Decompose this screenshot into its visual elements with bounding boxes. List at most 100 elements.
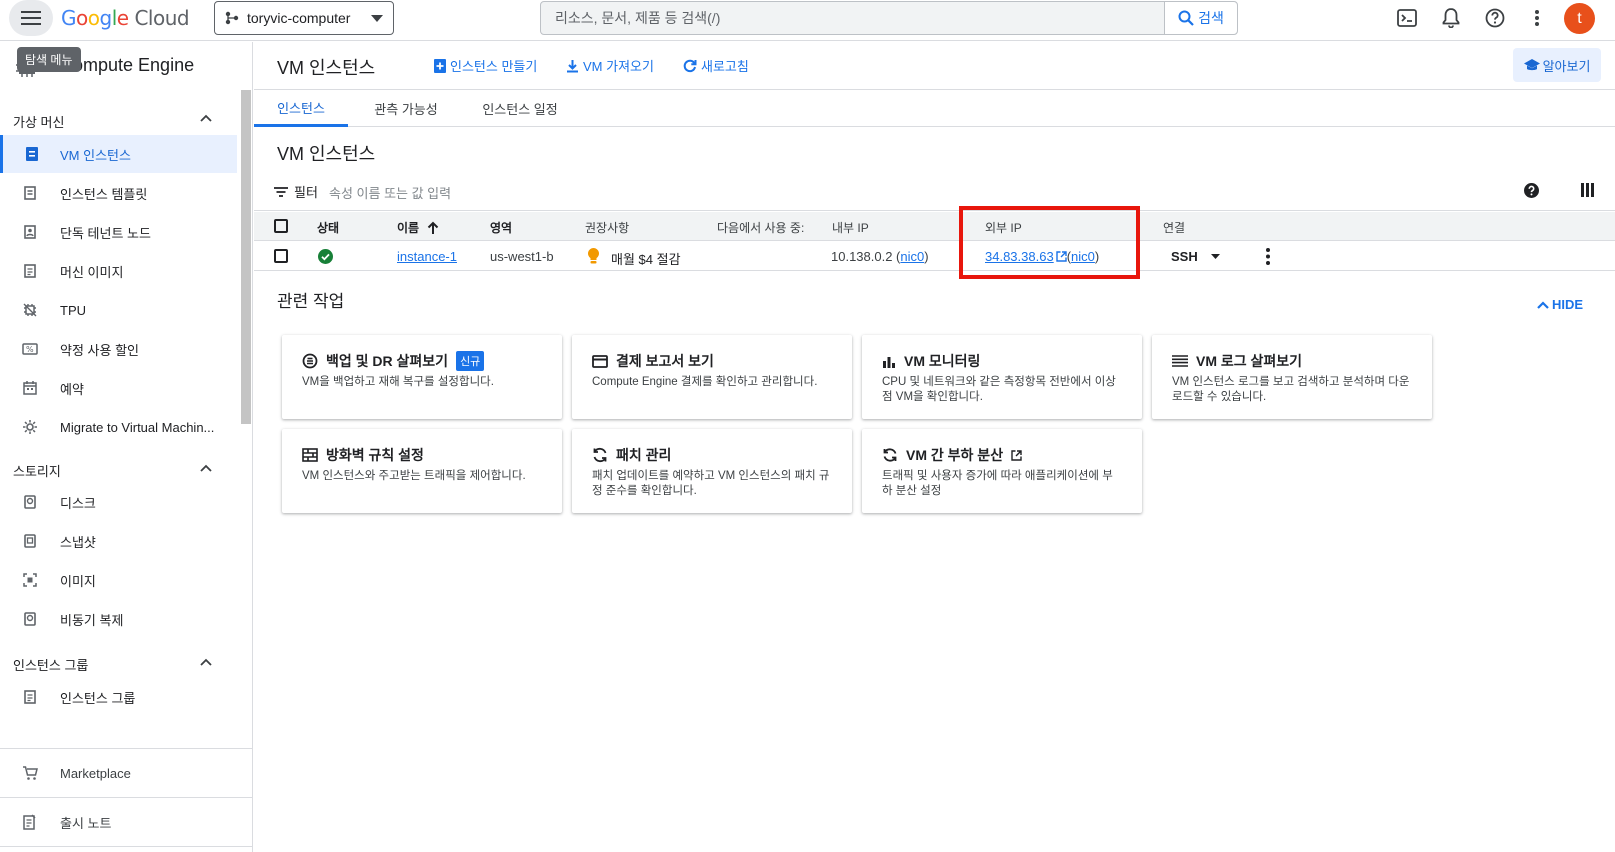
vertical-dots-icon bbox=[1535, 10, 1539, 26]
filter-input[interactable]: 속성 이름 또는 값 입력 bbox=[329, 183, 451, 202]
image-icon bbox=[23, 573, 37, 587]
import-vm-button[interactable]: VM 가져오기 bbox=[566, 56, 654, 75]
instances-section-title: VM 인스턴스 bbox=[277, 144, 376, 164]
top-bar: Google Cloud toryvic-computer 검색 t bbox=[0, 0, 1615, 41]
sidebar-item-committed-use-discounts[interactable]: % 약정 사용 할인 bbox=[0, 330, 237, 368]
page-header: VM 인스턴스 인스턴스 만들기 VM 가져오기 새로고침 알아보기 bbox=[254, 42, 1615, 90]
card-vm-logs[interactable]: VM 로그 살펴보기 VM 인스턴스 로그를 보고 검색하고 분석하며 다운로드… bbox=[1152, 335, 1432, 419]
more-options-button[interactable] bbox=[1525, 6, 1549, 30]
column-recommendations[interactable]: 권장사항 bbox=[585, 219, 629, 236]
calendar-icon bbox=[23, 381, 37, 395]
row-checkbox[interactable] bbox=[274, 249, 288, 263]
help-button[interactable] bbox=[1483, 6, 1507, 30]
tab-instances[interactable]: 인스턴스 bbox=[254, 90, 348, 127]
column-connect[interactable]: 연결 bbox=[1163, 219, 1185, 236]
card-vm-monitoring[interactable]: VM 모니터링 CPU 및 네트워크와 같은 측정항목 전반에서 이상점 VM을… bbox=[862, 335, 1142, 419]
download-icon bbox=[567, 59, 578, 72]
card-billing-report[interactable]: 결제 보고서 보기 Compute Engine 결제를 확인하고 관리합니다. bbox=[572, 335, 852, 419]
filter-button[interactable]: 필터 bbox=[274, 182, 318, 201]
card-patch-management[interactable]: 패치 관리 패치 업데이트를 예약하고 VM 인스턴스의 패치 규정 준수를 확… bbox=[572, 429, 852, 513]
column-zone[interactable]: 영역 bbox=[490, 219, 512, 236]
sidebar: Compute Engine 가상 머신 VM 인스턴스 인스턴스 템플릿 단독… bbox=[0, 42, 253, 852]
create-instance-button[interactable]: 인스턴스 만들기 bbox=[434, 56, 537, 75]
instance-group-icon bbox=[24, 690, 36, 704]
learn-button[interactable]: 알아보기 bbox=[1513, 48, 1601, 82]
column-in-use-by[interactable]: 다음에서 사용 중: bbox=[717, 219, 804, 236]
collapse-storage-chevron-icon[interactable] bbox=[200, 464, 212, 472]
project-picker[interactable]: toryvic-computer bbox=[214, 1, 394, 35]
template-icon bbox=[24, 186, 36, 200]
page-title: VM 인스턴스 bbox=[277, 58, 376, 78]
internal-ip-cell: 10.138.0.2 (nic0) bbox=[831, 249, 929, 264]
ssh-dropdown-arrow-icon[interactable] bbox=[1211, 254, 1220, 259]
sidebar-item-images[interactable]: 이미지 bbox=[0, 561, 237, 599]
sidebar-item-migrate-to-vms[interactable]: Migrate to Virtual Machin... bbox=[0, 408, 237, 446]
notifications-button[interactable] bbox=[1439, 6, 1463, 30]
cart-icon bbox=[23, 766, 38, 780]
cloud-shell-button[interactable] bbox=[1395, 6, 1419, 30]
sidebar-item-disks[interactable]: 디스크 bbox=[0, 483, 237, 521]
help-icon bbox=[1485, 8, 1505, 28]
column-display-icon[interactable] bbox=[1581, 183, 1594, 197]
card-load-balancing[interactable]: VM 간 부하 분산 트래픽 및 사용자 증가에 따라 애플리케이션에 부하 분… bbox=[862, 429, 1142, 513]
internal-nic-link[interactable]: nic0 bbox=[900, 249, 924, 264]
tab-instance-schedules[interactable]: 인스턴스 일정 bbox=[466, 90, 574, 127]
credit-card-icon bbox=[592, 354, 608, 368]
account-avatar[interactable]: t bbox=[1564, 3, 1595, 34]
search-input[interactable] bbox=[541, 2, 1164, 34]
table-header: 상태 이름 영역 권장사항 다음에서 사용 중: 내부 IP 외부 IP 연결 bbox=[254, 212, 1615, 241]
column-internal-ip[interactable]: 내부 IP bbox=[832, 219, 869, 236]
filter-bar: 필터 속성 이름 또는 값 입력 bbox=[254, 169, 1615, 211]
recommendation-savings[interactable]: 매월 $4 절감 bbox=[611, 249, 681, 268]
project-name: toryvic-computer bbox=[247, 10, 351, 26]
table-row[interactable]: instance-1 us-west1-b 매월 $4 절감 10.138.0.… bbox=[254, 242, 1615, 271]
column-status[interactable]: 상태 bbox=[317, 219, 339, 236]
tab-observability[interactable]: 관측 가능성 bbox=[358, 90, 454, 127]
instance-name-link[interactable]: instance-1 bbox=[397, 249, 457, 264]
main-content: VM 인스턴스 인스턴스 만들기 VM 가져오기 새로고침 알아보기 인스턴스 … bbox=[254, 42, 1615, 852]
sidebar-scrollbar[interactable] bbox=[241, 90, 251, 424]
logs-list-icon bbox=[1172, 355, 1188, 367]
sidebar-item-instance-groups[interactable]: 인스턴스 그룹 bbox=[0, 678, 237, 716]
vm-instance-icon bbox=[25, 147, 38, 161]
machine-image-icon bbox=[24, 264, 36, 278]
refresh-button[interactable]: 새로고침 bbox=[683, 56, 749, 75]
bar-chart-icon bbox=[883, 356, 895, 368]
search-button[interactable]: 검색 bbox=[1164, 2, 1237, 34]
collapse-vm-chevron-icon[interactable] bbox=[200, 114, 212, 122]
patch-sync-icon bbox=[593, 447, 607, 463]
external-ip-highlight-box bbox=[959, 206, 1140, 279]
collapse-instance-groups-chevron-icon[interactable] bbox=[200, 658, 212, 666]
select-all-checkbox[interactable] bbox=[274, 219, 288, 233]
card-backup-dr[interactable]: 백업 및 DR 살펴보기 신규 VM을 백업하고 재해 복구를 설정합니다. bbox=[282, 335, 562, 419]
release-notes-link[interactable]: 출시 노트 bbox=[0, 798, 253, 846]
hamburger-icon bbox=[21, 11, 41, 25]
hide-related-button[interactable]: HIDE bbox=[1537, 297, 1583, 312]
sidebar-item-instance-templates[interactable]: 인스턴스 템플릿 bbox=[0, 174, 237, 212]
search-bar: 검색 bbox=[540, 1, 1238, 35]
marketplace-link[interactable]: Marketplace bbox=[0, 749, 253, 797]
bell-icon bbox=[1442, 8, 1460, 28]
sidebar-item-sole-tenant-nodes[interactable]: 단독 테넌트 노드 bbox=[0, 213, 237, 251]
sidebar-item-snapshots[interactable]: 스냅샷 bbox=[0, 522, 237, 560]
sidebar-item-reservations[interactable]: 예약 bbox=[0, 369, 237, 407]
new-badge: 신규 bbox=[456, 351, 485, 371]
sidebar-item-vm-instances[interactable]: VM 인스턴스 bbox=[0, 135, 237, 173]
ssh-button[interactable]: SSH bbox=[1171, 249, 1198, 264]
tab-bar: 인스턴스 관측 가능성 인스턴스 일정 bbox=[254, 90, 1615, 127]
replication-icon bbox=[24, 612, 36, 626]
card-firewall-rules[interactable]: 방화벽 규칙 설정 VM 인스턴스와 주고받는 트래픽을 제어합니다. bbox=[282, 429, 562, 513]
filter-help-icon[interactable] bbox=[1524, 183, 1539, 198]
main-menu-button[interactable] bbox=[9, 0, 53, 36]
sidebar-divider bbox=[0, 846, 253, 847]
sidebar-item-tpu[interactable]: TPU bbox=[0, 291, 237, 329]
add-box-icon bbox=[434, 58, 446, 73]
google-cloud-logo[interactable]: Google Cloud bbox=[61, 6, 190, 30]
sidebar-item-async-replication[interactable]: 비동기 복제 bbox=[0, 600, 237, 638]
row-actions-dots-icon[interactable] bbox=[1266, 248, 1270, 265]
dropdown-arrow-icon bbox=[371, 14, 383, 22]
sidebar-item-machine-images[interactable]: 머신 이미지 bbox=[0, 252, 237, 290]
load-balance-sync-icon bbox=[883, 448, 897, 462]
column-name[interactable]: 이름 bbox=[397, 219, 439, 236]
discount-icon: % bbox=[22, 343, 38, 355]
